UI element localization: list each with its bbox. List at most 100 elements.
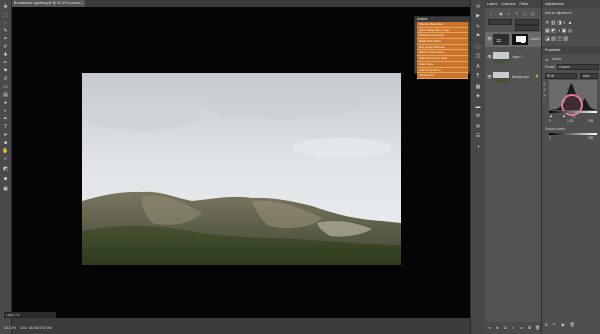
layer-mask-thumbnail[interactable] bbox=[512, 34, 528, 45]
zoom-readout[interactable]: 33.33% Doc: 48.0M/152.0M bbox=[4, 326, 64, 332]
zoom-value[interactable]: 33.33% bbox=[4, 326, 16, 330]
visibility-eye-icon[interactable]: 👁 bbox=[487, 54, 492, 59]
tab-channels[interactable]: Channels bbox=[499, 0, 517, 8]
foreground-background-icon[interactable]: ◩ bbox=[2, 166, 9, 172]
brush-tool-icon[interactable]: ✏ bbox=[2, 60, 9, 66]
visibility-eye-icon[interactable]: 👁 bbox=[487, 74, 492, 79]
screen-mode-icon[interactable]: ▣ bbox=[2, 186, 9, 192]
preset-select[interactable]: Custom bbox=[557, 64, 599, 70]
input-black-value[interactable]: 0 bbox=[549, 119, 551, 123]
layer-popup[interactable]: Layer 2 ▸ bbox=[4, 312, 56, 318]
tab-paths[interactable]: Paths bbox=[518, 0, 531, 8]
layer-style-icon[interactable]: fx bbox=[495, 325, 500, 330]
notes-icon[interactable]: ✉ bbox=[474, 113, 482, 120]
tools-panel: ✥ ⬚ ◌ ✎ ⌗ ✐ ✚ ✏ ⚑ ↺ ▭ ▤ ● ◐ ✒ T ➤ ■ ✋ ⌕ … bbox=[0, 0, 12, 334]
status-bar bbox=[12, 318, 470, 334]
new-group-icon[interactable]: ▭ bbox=[519, 325, 524, 330]
adjustments-panel: Add an adjustment ☀ ▥ ◨ ◐ ▲ ▦ ◩ ◑ ▣ ◎ ◪ … bbox=[542, 8, 600, 46]
history-brush-tool-icon[interactable]: ↺ bbox=[2, 76, 9, 82]
crop-tool-icon[interactable]: ⌗ bbox=[2, 36, 9, 42]
input-sliders[interactable]: ▲ ▲ △ bbox=[549, 113, 576, 118]
pen-tool-icon[interactable]: ✒ bbox=[2, 116, 9, 122]
new-adjustment-icon[interactable]: ◐ bbox=[511, 325, 516, 330]
layer-thumbnail bbox=[493, 72, 509, 83]
eyedropper-gray-icon[interactable]: ✐ bbox=[543, 88, 546, 92]
properties-panel-title[interactable]: Properties bbox=[542, 46, 600, 54]
visibility-eye-icon[interactable]: 👁 bbox=[487, 36, 492, 41]
shape-tool-icon[interactable]: ■ bbox=[2, 140, 9, 146]
filter-type-icon[interactable]: T bbox=[515, 12, 519, 16]
lasso-tool-icon[interactable]: ◌ bbox=[2, 20, 9, 26]
adjustment-icons-row3[interactable]: ◪ ▧ ◫ ▨ bbox=[545, 36, 568, 42]
layer-row-layer2[interactable]: 👁 Layer 2 bbox=[485, 50, 541, 65]
properties-footer-icons[interactable]: ◘ ↶ ◉ 🗑 bbox=[545, 322, 577, 327]
eyedropper-white-icon[interactable]: ✐ bbox=[543, 94, 546, 98]
filter-shape-icon[interactable]: ▢ bbox=[523, 12, 527, 16]
landscape-photo[interactable] bbox=[82, 73, 401, 265]
tab-layers[interactable]: Layers bbox=[485, 0, 499, 8]
new-layer-icon[interactable]: ⊞ bbox=[527, 325, 532, 330]
navigator-icon[interactable]: ◫ bbox=[474, 53, 482, 60]
filter-pixel-icon[interactable]: ▣ bbox=[499, 12, 503, 16]
actions-icon[interactable]: ▶ bbox=[474, 13, 482, 20]
blur-tool-icon[interactable]: ● bbox=[2, 100, 9, 106]
zoom-tool-icon[interactable]: ⌕ bbox=[2, 156, 9, 162]
adjustment-icons-row1[interactable]: ☀ ▥ ◨ ◐ ▲ bbox=[545, 20, 572, 26]
filter-kind-icon[interactable]: ⌕ bbox=[489, 12, 493, 16]
brush-presets-icon[interactable]: ✎ bbox=[474, 24, 482, 31]
eraser-tool-icon[interactable]: ▭ bbox=[2, 84, 9, 90]
hand-tool-icon[interactable]: ✋ bbox=[2, 148, 9, 154]
adjustment-icons-row2[interactable]: ▦ ◩ ◑ ▣ ◎ bbox=[545, 28, 572, 34]
link-layers-icon[interactable]: ∞ bbox=[487, 325, 492, 330]
layer-row-background[interactable]: 👁 Background 🔒 bbox=[485, 70, 541, 85]
history-icon[interactable]: ⟲ bbox=[474, 4, 482, 11]
action-item[interactable]: Vignette Pro bbox=[417, 73, 468, 79]
channel-select[interactable]: RGB bbox=[545, 73, 577, 79]
auto-button[interactable]: Auto bbox=[580, 73, 598, 79]
adjustments-panel-title[interactable]: Adjustments bbox=[542, 0, 600, 8]
gradient-tool-icon[interactable]: ▤ bbox=[2, 92, 9, 98]
filter-adjust-icon[interactable]: ◐ bbox=[507, 12, 511, 16]
tab-strip bbox=[85, 0, 470, 7]
eyedropper-black-icon[interactable]: ✐ bbox=[543, 82, 546, 86]
dodge-tool-icon[interactable]: ◐ bbox=[2, 108, 9, 114]
preset-value: Custom bbox=[559, 65, 570, 69]
properties-label: Levels bbox=[552, 57, 562, 61]
timeline-icon[interactable]: ▬ bbox=[474, 104, 482, 111]
input-gamma-value[interactable]: 1.00 bbox=[567, 119, 573, 123]
path-select-tool-icon[interactable]: ➤ bbox=[2, 132, 9, 138]
properties-panel: ⚌ Levels Preset: Custom RGB Auto ✐ ✐ ✐ ▲… bbox=[542, 54, 600, 334]
add-mask-icon[interactable]: ◘ bbox=[503, 325, 508, 330]
move-tool-icon[interactable]: ✥ bbox=[2, 4, 9, 10]
doc-info: Doc: 48.0M/152.0M bbox=[20, 326, 52, 330]
info-icon[interactable]: ⓘ bbox=[474, 44, 482, 51]
eyedropper-tool-icon[interactable]: ✐ bbox=[2, 44, 9, 50]
paragraph-icon[interactable]: ¶ bbox=[474, 73, 482, 80]
layer-thumbnail bbox=[493, 52, 509, 63]
layer-comps-icon[interactable]: ☰ bbox=[474, 133, 482, 140]
layer-row-levels[interactable]: 👁 ⚌ Levels 1 bbox=[485, 32, 542, 47]
blend-mode-select[interactable] bbox=[488, 19, 512, 25]
character-icon[interactable]: A bbox=[474, 64, 482, 71]
auto-label: Auto bbox=[583, 74, 590, 78]
tool-presets-icon[interactable]: ⚒ bbox=[474, 124, 482, 131]
color-icon[interactable]: ◑ bbox=[474, 144, 482, 151]
clone-source-icon[interactable]: ⚑ bbox=[474, 33, 482, 40]
input-white-value[interactable]: 255 bbox=[588, 119, 593, 123]
delete-layer-icon[interactable]: 🗑 bbox=[535, 325, 540, 330]
output-white-value[interactable]: 255 bbox=[588, 136, 593, 140]
swatches-icon[interactable]: ▦ bbox=[474, 84, 482, 91]
fill-field[interactable] bbox=[515, 25, 539, 31]
clone-stamp-tool-icon[interactable]: ⚑ bbox=[2, 68, 9, 74]
filter-smart-icon[interactable]: ◫ bbox=[531, 12, 535, 16]
type-tool-icon[interactable]: T bbox=[2, 124, 9, 130]
quick-select-tool-icon[interactable]: ✎ bbox=[2, 28, 9, 34]
quick-mask-icon[interactable]: ◙ bbox=[2, 176, 9, 182]
layer-name: Layer 2 bbox=[512, 55, 523, 59]
output-black-value[interactable]: 0 bbox=[549, 136, 551, 140]
adjustments-subtitle: Add an adjustment bbox=[545, 11, 572, 15]
healing-tool-icon[interactable]: ✚ bbox=[2, 52, 9, 58]
document-tab[interactable]: Brooklands Lightning.tif @ 33.3% (Levels… bbox=[12, 0, 87, 7]
styles-icon[interactable]: ◈ bbox=[474, 93, 482, 100]
marquee-tool-icon[interactable]: ⬚ bbox=[2, 12, 9, 18]
